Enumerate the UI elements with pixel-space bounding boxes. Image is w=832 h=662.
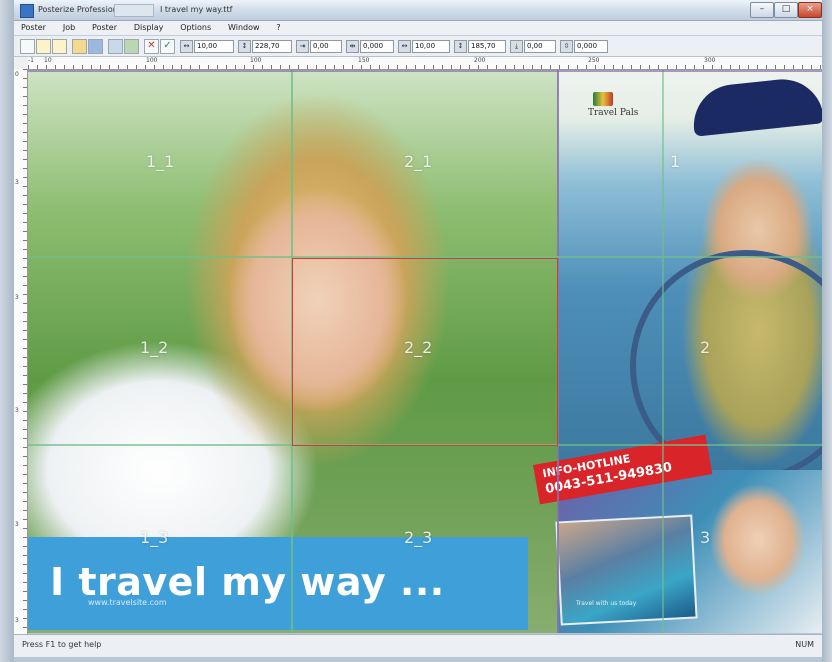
close-button[interactable]: × (798, 2, 822, 18)
ruler-top-label: 10 (44, 57, 52, 64)
width-field[interactable]: 10,00 (194, 40, 234, 53)
menu-job[interactable]: Job (56, 21, 82, 35)
poster-canvas[interactable]: Travel Pals I travel my way ... www.trav… (28, 70, 822, 633)
tile-label: 2_1 (404, 152, 433, 171)
desktop-edge-right (822, 0, 832, 662)
height-field[interactable]: 228,70 (252, 40, 292, 53)
ruler-left-label: 0 (15, 71, 19, 78)
ruler-top-label: 200 (474, 57, 486, 64)
app-title: Posterize Professional (38, 5, 125, 14)
overlap-y-field[interactable]: 0,000 (574, 40, 608, 53)
travel-logo-icon (593, 92, 613, 106)
menu-help[interactable]: ? (269, 21, 287, 35)
menu-display[interactable]: Display (127, 21, 171, 35)
status-bar: Press F1 to get help NUM (14, 634, 822, 657)
tab-indicator (114, 4, 154, 17)
ruler-left-label: 3 (15, 617, 19, 624)
tile-divider-vertical[interactable] (662, 70, 664, 633)
overlap-x-field[interactable]: 0,000 (360, 40, 394, 53)
ruler-top-label: 150 (358, 57, 370, 64)
tile-divider-horizontal (28, 70, 822, 72)
menu-options[interactable]: Options (173, 21, 218, 35)
tile-label: 1_2 (140, 338, 169, 357)
ruler-vertical-ticks (14, 69, 27, 634)
banner-url: www.travelsite.com (88, 598, 167, 607)
offset-y-field[interactable]: 0,00 (524, 40, 556, 53)
cap-shape (689, 75, 822, 137)
ruler-horizontal: -1 10 100 100 150 200 250 300 (28, 57, 822, 70)
tile-height-field[interactable]: 185,70 (468, 40, 506, 53)
toolbar: ✕ ✓ ↔ 10,00 ↕ 228,70 ⇥ 0,00 ⇹ 0,000 ↔ 10… (14, 36, 822, 57)
overlap-x-icon: ⇹ (346, 40, 359, 53)
tile-label: 3 (700, 528, 711, 547)
print-icon[interactable] (108, 39, 123, 54)
document-title: I travel my way.ttf (160, 5, 233, 14)
ruler-top-label: 100 (146, 57, 158, 64)
image-icon[interactable] (124, 39, 139, 54)
ruler-left-label: 3 (15, 521, 19, 528)
ruler-top-label: 100 (250, 57, 262, 64)
menu-window[interactable]: Window (221, 21, 267, 35)
logo-text: Travel Pals (588, 108, 639, 118)
tile-label: 2_2 (404, 338, 433, 357)
width-icon: ↔ (180, 40, 193, 53)
save-icon[interactable] (88, 39, 103, 54)
status-num-indicator: NUM (795, 640, 814, 649)
app-icon (20, 4, 34, 18)
menu-bar: Poster Job Poster Display Options Window… (14, 21, 822, 36)
tile-height-icon: ↕ (454, 40, 467, 53)
ruler-left-label: 3 (15, 179, 19, 186)
cancel-icon[interactable]: ✕ (144, 39, 159, 54)
offset-x-icon: ⇥ (296, 40, 309, 53)
select-tool-icon[interactable] (20, 39, 35, 54)
maximize-button[interactable]: □ (774, 2, 798, 18)
tile-label: 2 (700, 338, 711, 357)
zoom-in-icon[interactable] (36, 39, 51, 54)
tile-label: 1 (670, 152, 681, 171)
confirm-icon[interactable]: ✓ (160, 39, 175, 54)
ruler-top-label: 300 (704, 57, 716, 64)
tile-label: 1_1 (146, 152, 175, 171)
tile-label: 1_3 (140, 528, 169, 547)
menu-poster[interactable]: Poster (14, 21, 53, 35)
minimize-button[interactable]: – (750, 2, 774, 18)
title-bar[interactable]: Posterize Professional I travel my way.t… (14, 0, 822, 21)
height-icon: ↕ (238, 40, 251, 53)
menu-poster-2[interactable]: Poster (85, 21, 124, 35)
zoom-out-icon[interactable] (52, 39, 67, 54)
poster-photo-boat (558, 70, 822, 482)
offset-x-field[interactable]: 0,00 (310, 40, 342, 53)
brochure-image (555, 514, 698, 626)
ruler-vertical: 0 3 3 3 3 3 (14, 69, 28, 634)
desktop-edge-left (0, 0, 14, 662)
ruler-top-label: -1 (28, 57, 34, 64)
status-help-text: Press F1 to get help (22, 640, 102, 649)
offset-y-icon: ⤓ (510, 40, 523, 53)
ruler-top-label: 250 (588, 57, 600, 64)
overlap-y-icon: ⇳ (560, 40, 573, 53)
ruler-left-label: 3 (15, 294, 19, 301)
tile-width-field[interactable]: 10,00 (412, 40, 450, 53)
tile-label: 2_3 (404, 528, 433, 547)
tile-width-icon: ↔ (398, 40, 411, 53)
open-folder-icon[interactable] (72, 39, 87, 54)
ruler-left-label: 3 (15, 407, 19, 414)
brochure-caption: Travel with us today (576, 600, 637, 607)
